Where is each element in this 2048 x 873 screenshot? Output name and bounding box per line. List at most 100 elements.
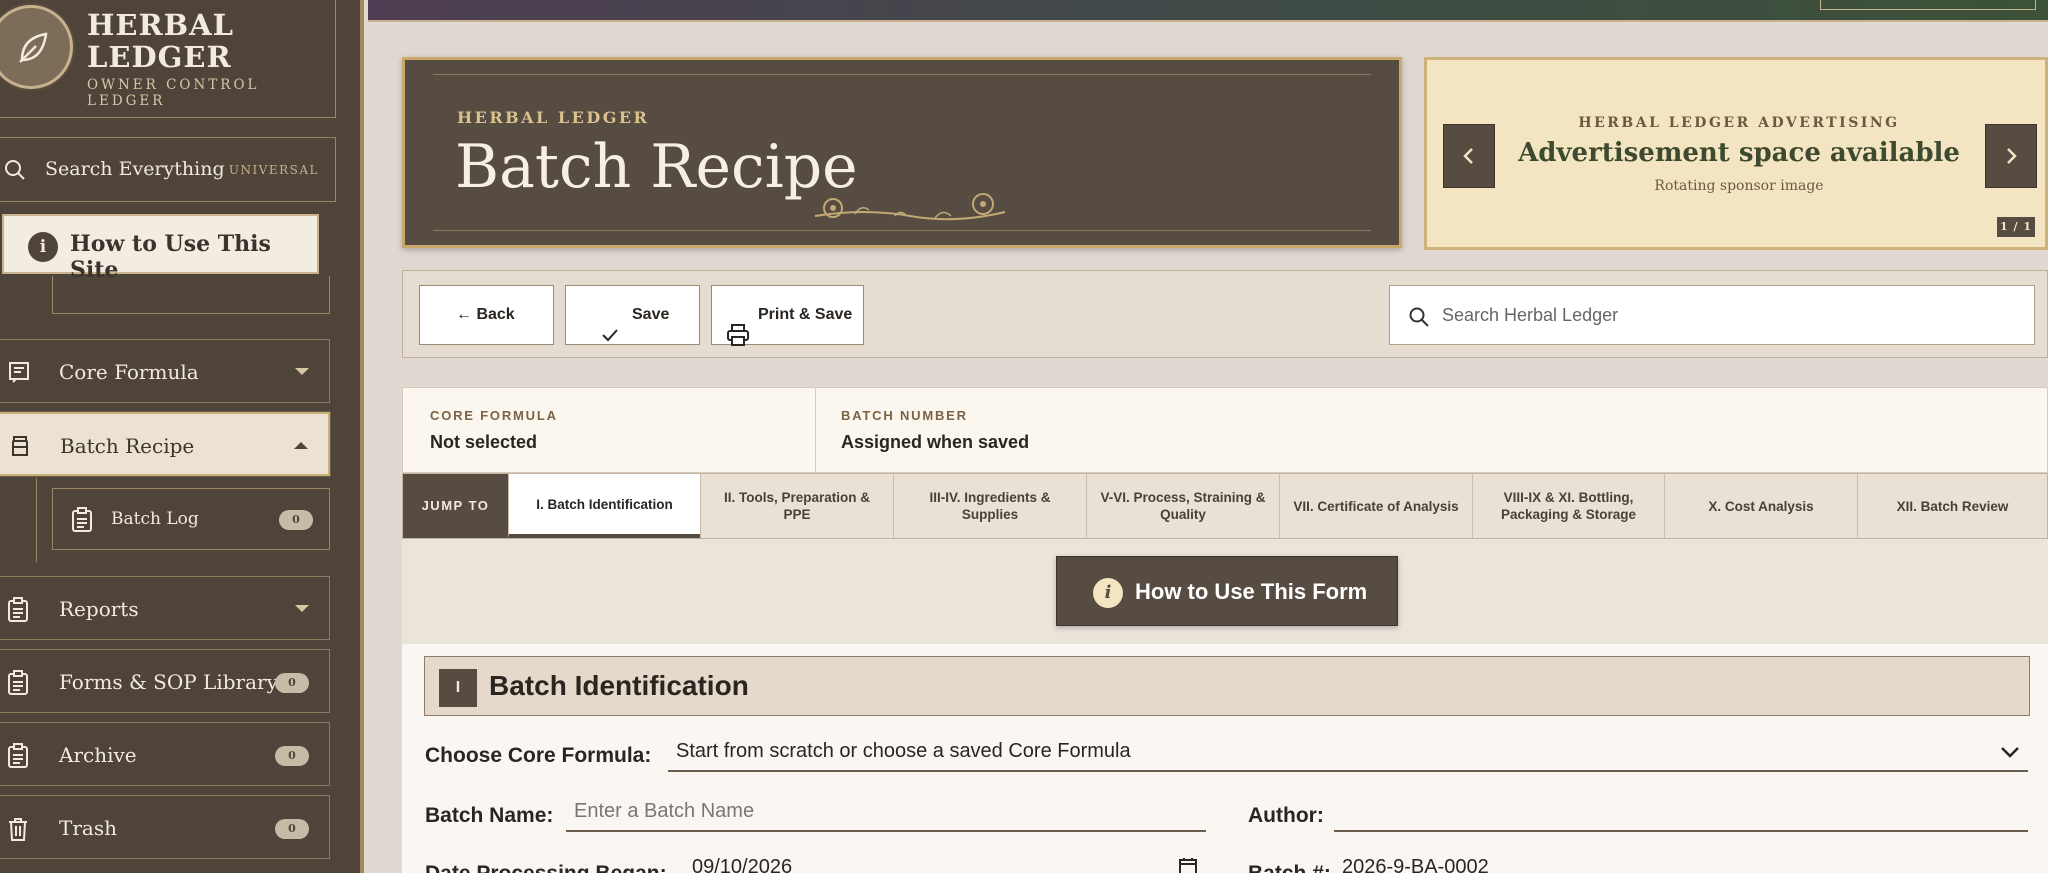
sidebar: HERBAL LEDGER OWNER CONTROL LEDGER Searc… [0,0,364,873]
sidebar-item-batch-recipe[interactable]: Batch Recipe [0,412,330,476]
sidebar-item-forms-sop-library[interactable]: Forms & SOP Library 0 [0,649,330,713]
save-button[interactable]: Save [565,285,700,345]
how-to-use-form-button[interactable]: i How to Use This Form [1056,556,1398,626]
floral-ornament-icon [805,188,1015,228]
calendar-icon[interactable] [1178,856,1198,873]
sidebar-item-label: Trash [59,816,117,840]
chevron-up-icon [294,442,308,449]
date-processing-value: 09/10/2026 [692,856,793,873]
count-badge: 0 [275,819,309,839]
app-subtitle: OWNER CONTROL LEDGER [87,77,260,109]
choose-core-formula-label: Choose Core Formula: [425,744,652,767]
search-field[interactable] [1389,285,2035,345]
print-save-button-label: Print & Save [758,306,853,323]
field-underline [1334,830,2028,832]
tree-connector [36,478,37,562]
count-badge: 0 [279,510,313,530]
tab-cost-analysis[interactable]: X. Cost Analysis [1664,474,1857,538]
app-title: HERBAL LEDGER [87,9,234,73]
ad-next-button[interactable] [1985,124,2037,188]
top-bar-button[interactable] [1820,0,2036,10]
page-header-banner: HERBAL LEDGER Batch Recipe [402,57,1402,248]
divider [815,388,816,474]
batch-name-field[interactable]: Enter a Batch Name [566,790,1206,832]
search-icon [3,158,27,182]
page-title: Batch Recipe [455,132,858,202]
count-badge: 0 [275,746,309,766]
sidebar-item-archive[interactable]: Archive 0 [0,722,330,786]
core-formula-value: Not selected [430,432,538,452]
section-number: I [439,669,477,707]
sidebar-item-reports[interactable]: Reports [0,576,330,640]
batch-number-value: Assigned when saved [841,432,1030,452]
ad-subtitle: Rotating sponsor image [1654,178,1824,194]
date-processing-field[interactable]: 09/10/2026 [684,852,1206,873]
batch-number-label: Batch #: [1248,862,1331,873]
section-jump-tabs: JUMP TO I. Batch Identification II. Tool… [402,473,2048,539]
sidebar-item-label: Core Formula [59,360,199,384]
app-title-line2: LEDGER [87,40,232,74]
sidebar-item-trash[interactable]: Trash 0 [0,795,330,859]
page-kicker: HERBAL LEDGER [457,108,650,127]
chevron-down-icon [2000,746,2020,758]
batch-form: I Batch Identification Choose Core Formu… [402,644,2048,873]
sidebar-item-core-formula[interactable]: Core Formula [0,339,330,403]
ad-prev-button[interactable] [1443,124,1495,188]
advertisement-banner: HERBAL LEDGER ADVERTISING Advertisement … [1424,57,2048,250]
tab-bottling-packaging-storage[interactable]: VIII-IX & XI. Bottling, Packaging & Stor… [1472,474,1664,538]
tab-batch-review[interactable]: XII. Batch Review [1857,474,2047,538]
app-title-line1: HERBAL [87,8,235,42]
toolbar: ← Back Save Print & Save [402,270,2048,358]
tab-ingredients-supplies[interactable]: III-IV. Ingredients & Supplies [893,474,1086,538]
chevron-down-icon [295,605,309,612]
sidebar-subitem-batch-log[interactable]: Batch Log 0 [52,488,330,550]
leaf-logo-icon [0,5,73,89]
core-formula-select[interactable]: Start from scratch or choose a saved Cor… [668,730,2028,772]
print-save-button[interactable]: Print & Save [711,285,864,346]
universal-search-label: Search Everything [45,158,225,180]
author-label: Author: [1248,804,1324,827]
sidebar-item-label: Reports [59,597,139,621]
notes-icon [7,360,31,384]
section-title: Batch Identification [489,670,749,701]
clipboard-icon [7,670,29,696]
tab-batch-identification[interactable]: I. Batch Identification [508,474,700,538]
ad-title: Advertisement space available [1518,138,1960,168]
top-bar [368,0,2048,22]
section-header: I Batch Identification [424,656,2030,716]
trash-icon [7,816,29,842]
jar-icon [8,434,32,458]
clipboard-icon [71,507,93,533]
clipboard-icon [7,743,29,769]
batch-meta-strip: CORE FORMULA Not selected BATCH NUMBER A… [402,387,2048,474]
count-badge: 0 [275,673,309,693]
info-icon: i [28,232,58,262]
back-button[interactable]: ← Back [419,285,554,345]
core-formula-key: CORE FORMULA [430,408,558,423]
chevron-down-icon [295,368,309,375]
logo-block[interactable]: HERBAL LEDGER OWNER CONTROL LEDGER [0,0,336,118]
tab-tools-preparation-ppe[interactable]: II. Tools, Preparation & PPE [700,474,893,538]
sidebar-item-label: Forms & SOP Library [59,670,278,694]
clipboard-icon [7,597,29,623]
batch-number-field[interactable]: 2026-9-BA-0002 [1334,852,2028,873]
form-help-area: i How to Use This Form [402,539,2048,644]
search-input[interactable] [1442,300,2002,330]
tab-process-straining-quality[interactable]: V-VI. Process, Straining & Quality [1086,474,1279,538]
save-button-label: Save [632,306,670,323]
sidebar-subitem-label: Batch Log [111,509,199,529]
ad-counter: 1 / 1 [1997,217,2035,237]
field-underline [566,830,1206,832]
date-processing-began-label: Date Processing Began: [425,862,667,873]
field-underline [668,770,2028,772]
ad-kicker: HERBAL LEDGER ADVERTISING [1578,115,1900,131]
author-field[interactable] [1334,790,2028,832]
how-to-use-form-label: How to Use This Form [1135,579,1368,604]
how-to-use-site-button[interactable]: i How to Use This Site [2,214,319,283]
back-button-label: ← Back [456,306,515,323]
universal-search-button[interactable]: Search Everything UNIVERSAL [0,137,336,202]
batch-name-label: Batch Name: [425,804,554,827]
jump-to-label: JUMP TO [403,474,508,538]
tab-certificate-of-analysis[interactable]: VII. Certificate of Analysis [1279,474,1472,538]
info-icon: i [1093,578,1123,608]
